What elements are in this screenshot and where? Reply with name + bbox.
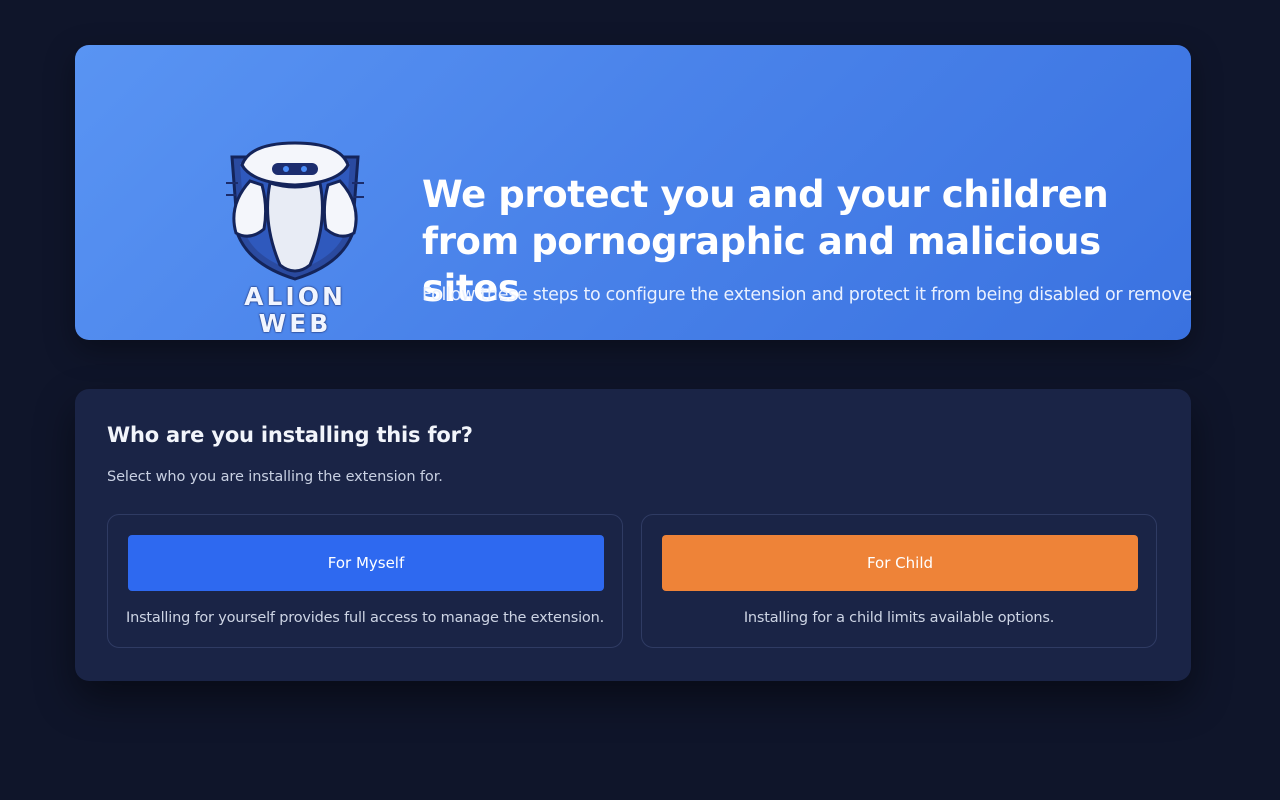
for-myself-button[interactable]: For Myself [128, 535, 604, 591]
hero-banner: ALION WEB We protect you and your childr… [75, 45, 1191, 340]
for-child-button[interactable]: For Child [662, 535, 1138, 591]
card-subtitle: Select who you are installing the extens… [107, 469, 443, 485]
option-child: For Child Installing for a child limits … [641, 514, 1157, 648]
logo-brand-line1: ALION [244, 282, 346, 311]
option-child-description: Installing for a child limits available … [743, 610, 1055, 626]
card-title: Who are you installing this for? [107, 423, 473, 447]
option-myself: For Myself Installing for yourself provi… [107, 514, 623, 648]
install-target-card: Who are you installing this for? Select … [75, 389, 1191, 681]
option-myself-description: Installing for yourself provides full ac… [126, 610, 604, 626]
hero-subtitle: Follow these steps to configure the exte… [422, 285, 1191, 305]
alion-web-logo: ALION WEB [220, 137, 370, 338]
logo-brand-line2: WEB [258, 309, 332, 338]
setup-page: ALION WEB We protect you and your childr… [0, 0, 1280, 800]
robot-shield-icon [226, 141, 364, 281]
